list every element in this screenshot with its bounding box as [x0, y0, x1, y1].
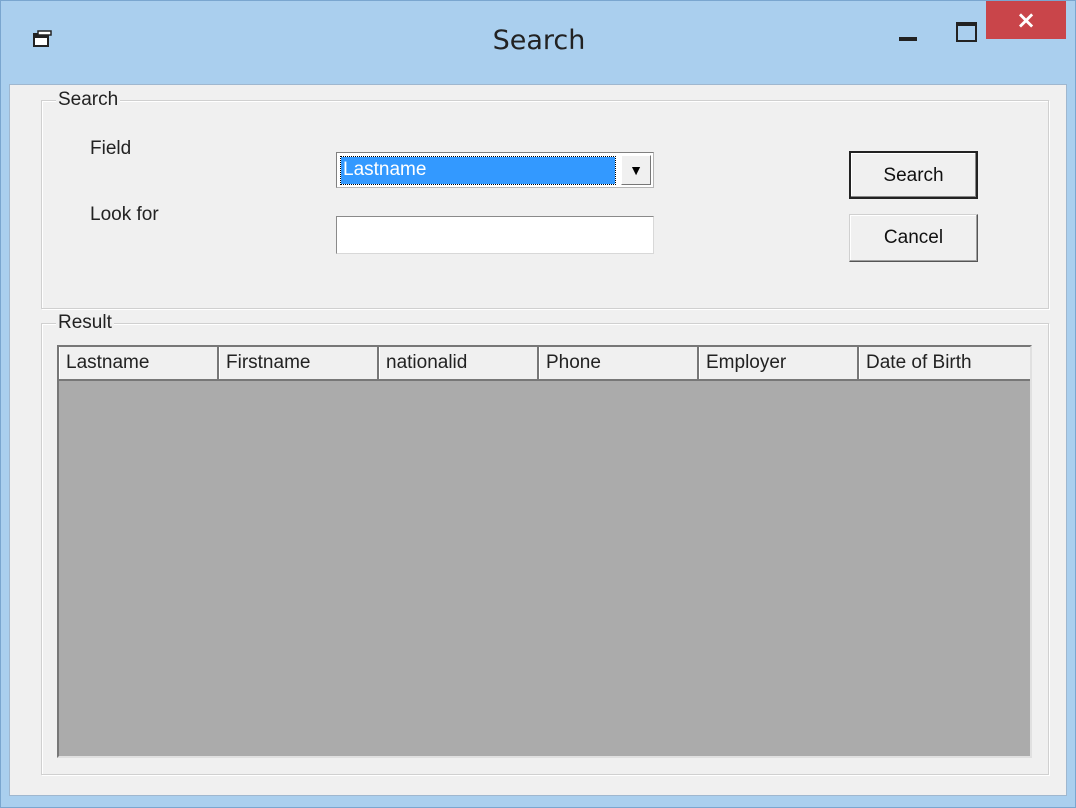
field-label: Field — [90, 138, 132, 159]
column-header-phone[interactable]: Phone — [539, 347, 699, 379]
field-dropdown-value: Lastname — [340, 156, 616, 185]
minimize-button[interactable] — [889, 11, 929, 51]
results-grid[interactable]: Lastname Firstname nationalid Phone Empl… — [57, 345, 1032, 758]
search-groupbox: Search Field Lastname ▼ Look for Search … — [41, 89, 1049, 309]
field-dropdown[interactable]: Lastname ▼ — [336, 152, 654, 188]
column-header-nationalid[interactable]: nationalid — [379, 347, 539, 379]
column-header-lastname[interactable]: Lastname — [59, 347, 219, 379]
column-header-firstname[interactable]: Firstname — [219, 347, 379, 379]
maximize-button[interactable] — [943, 11, 983, 51]
result-group-caption: Result — [56, 312, 114, 334]
lookfor-input[interactable] — [336, 216, 654, 254]
grid-header: Lastname Firstname nationalid Phone Empl… — [59, 347, 1030, 381]
column-header-employer[interactable]: Employer — [699, 347, 859, 379]
dropdown-arrow-icon[interactable]: ▼ — [621, 155, 651, 185]
lookfor-label: Look for — [90, 204, 159, 225]
column-header-date-of-birth[interactable]: Date of Birth — [859, 347, 1030, 379]
title-bar[interactable]: Search × — [1, 1, 1076, 85]
search-group-caption: Search — [56, 89, 121, 111]
cancel-button[interactable]: Cancel — [849, 214, 978, 262]
search-window: Search × Search Field Lastname ▼ Look fo… — [0, 0, 1076, 808]
dialog-client-area: Search Field Lastname ▼ Look for Search … — [9, 84, 1067, 796]
result-groupbox: Result Lastname Firstname nationalid Pho… — [41, 312, 1049, 775]
search-button[interactable]: Search — [849, 151, 978, 199]
close-button[interactable]: × — [986, 1, 1066, 39]
